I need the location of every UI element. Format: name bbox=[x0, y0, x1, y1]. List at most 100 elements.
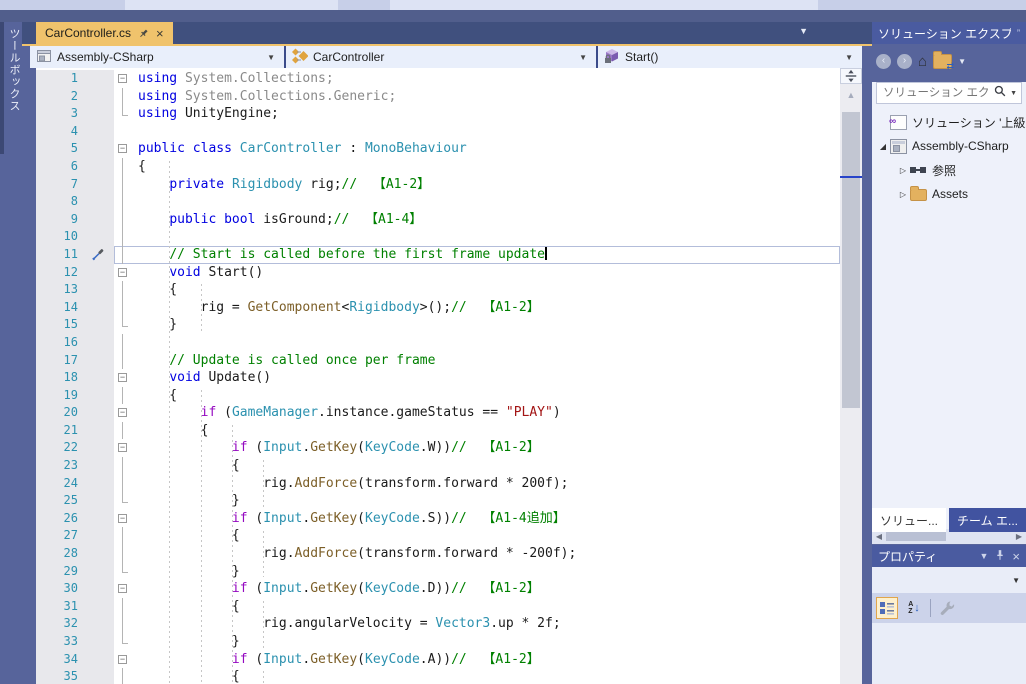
code-line[interactable]: 11 // Start is called before the first f… bbox=[36, 245, 840, 264]
line-number[interactable]: 24 bbox=[36, 474, 82, 493]
line-number[interactable]: 18 bbox=[36, 369, 82, 387]
line-number[interactable]: 1 bbox=[36, 70, 82, 88]
code-line[interactable]: 29 } bbox=[36, 562, 840, 581]
line-number[interactable]: 27 bbox=[36, 527, 82, 546]
code-line[interactable]: 9 public bool isGround;// 【A1-4】 bbox=[36, 210, 840, 229]
code-line[interactable]: 2 using System.Collections.Generic; bbox=[36, 87, 840, 106]
code-line[interactable]: 21 { bbox=[36, 421, 840, 440]
code-line[interactable]: 8 bbox=[36, 193, 840, 211]
line-number[interactable]: 35 bbox=[36, 668, 82, 684]
line-number[interactable]: 2 bbox=[36, 87, 82, 106]
fold-collapse-icon[interactable]: − bbox=[114, 140, 132, 158]
search-icon[interactable] bbox=[994, 84, 1006, 102]
code-line[interactable]: 16 bbox=[36, 333, 840, 352]
line-number[interactable]: 7 bbox=[36, 175, 82, 194]
splitter-handle-icon[interactable] bbox=[840, 68, 862, 84]
code-line[interactable]: 7 private Rigidbody rig;// 【A1-2】 bbox=[36, 175, 840, 194]
line-number[interactable]: 34 bbox=[36, 650, 82, 669]
code-line[interactable]: 19 { bbox=[36, 386, 840, 405]
code-line[interactable]: 23 { bbox=[36, 457, 840, 475]
expander-expanded-icon[interactable]: ◢ bbox=[876, 142, 890, 151]
search-input[interactable] bbox=[881, 86, 991, 100]
code-line[interactable]: 20 − if (GameManager.instance.gameStatus … bbox=[36, 404, 840, 422]
line-number[interactable]: 19 bbox=[36, 386, 82, 405]
code-line[interactable]: 24 rig.AddForce(transform.forward * 200f… bbox=[36, 474, 840, 493]
line-number[interactable]: 32 bbox=[36, 615, 82, 633]
line-number[interactable]: 20 bbox=[36, 404, 82, 422]
code-line[interactable]: 10 bbox=[36, 228, 840, 246]
line-number[interactable]: 14 bbox=[36, 298, 82, 317]
line-number[interactable]: 15 bbox=[36, 316, 82, 334]
scroll-left-icon[interactable]: ◀ bbox=[872, 532, 886, 541]
tree-item-assembly-csharp-project[interactable]: ◢ Assembly-CSharp bbox=[872, 134, 1026, 158]
code-line[interactable]: 31 { bbox=[36, 597, 840, 616]
fold-collapse-icon[interactable]: − bbox=[114, 264, 132, 282]
code-line[interactable]: 28 rig.AddForce(transform.forward * -200… bbox=[36, 545, 840, 563]
line-number[interactable]: 33 bbox=[36, 633, 82, 651]
home-button[interactable]: ⌂ bbox=[918, 54, 927, 69]
scroll-up-icon[interactable]: ▲ bbox=[840, 90, 862, 100]
dock-tab-team-explorer[interactable]: チーム エ... bbox=[949, 508, 1026, 532]
line-number[interactable]: 4 bbox=[36, 122, 82, 141]
code-line[interactable]: 5 − public class CarController : MonoBehav… bbox=[36, 140, 840, 158]
code-line[interactable]: 15 } bbox=[36, 316, 840, 334]
line-number[interactable]: 13 bbox=[36, 281, 82, 299]
line-number[interactable]: 21 bbox=[36, 421, 82, 440]
line-number[interactable]: 16 bbox=[36, 333, 82, 352]
forward-button[interactable]: › bbox=[897, 53, 912, 69]
code-line[interactable]: 18 − void Update() bbox=[36, 369, 840, 387]
code-line[interactable]: 26 − if (Input.GetKey(KeyCode.S))// 【A1-4… bbox=[36, 509, 840, 528]
fold-collapse-icon[interactable]: − bbox=[114, 651, 132, 669]
code-line[interactable]: 3 using UnityEngine; bbox=[36, 105, 840, 123]
line-number[interactable]: 30 bbox=[36, 580, 82, 598]
line-number[interactable]: 5 bbox=[36, 140, 82, 158]
solution-search-box[interactable]: ▼ bbox=[876, 82, 1022, 104]
code-line[interactable]: 17 // Update is called once per frame bbox=[36, 351, 840, 370]
search-options-dropdown-icon[interactable]: ▼ bbox=[1010, 90, 1017, 97]
tree-item-solution[interactable]: ソリューション '上級 bbox=[872, 110, 1026, 134]
member-dropdown[interactable]: Start() ▼ bbox=[598, 46, 862, 68]
code-line[interactable]: 35 { bbox=[36, 668, 840, 684]
properties-object-combobox[interactable]: ▼ bbox=[872, 567, 1026, 593]
code-line[interactable]: 14 rig = GetComponent<Rigidbody>();// 【A… bbox=[36, 298, 840, 317]
tab-list-dropdown-icon[interactable]: ▼ bbox=[799, 26, 808, 36]
code-line[interactable]: 6{ bbox=[36, 157, 840, 176]
categorized-button[interactable] bbox=[876, 597, 898, 619]
line-number[interactable]: 25 bbox=[36, 492, 82, 510]
fold-collapse-icon[interactable]: − bbox=[114, 369, 132, 387]
line-number[interactable]: 31 bbox=[36, 597, 82, 616]
document-tab[interactable]: CarController.cs × bbox=[36, 22, 173, 44]
project-dropdown[interactable]: Assembly-CSharp ▼ bbox=[30, 46, 286, 68]
screwdriver-suggestion-icon[interactable] bbox=[82, 245, 114, 264]
scrollbar-thumb[interactable] bbox=[842, 112, 860, 408]
line-number[interactable]: 22 bbox=[36, 439, 82, 458]
pin-icon[interactable] bbox=[994, 549, 1006, 563]
code-line[interactable]: 12 − void Start() bbox=[36, 263, 840, 282]
code-line[interactable]: 13 { bbox=[36, 281, 840, 299]
line-number[interactable]: 26 bbox=[36, 509, 82, 528]
scroll-right-icon[interactable]: ▶ bbox=[1012, 532, 1026, 541]
fold-collapse-icon[interactable]: − bbox=[114, 580, 132, 598]
toolbar-overflow-icon[interactable]: ” bbox=[1017, 28, 1020, 38]
line-number[interactable]: 29 bbox=[36, 562, 82, 581]
line-number[interactable]: 10 bbox=[36, 228, 82, 246]
code-line[interactable]: 4 bbox=[36, 122, 840, 141]
fold-collapse-icon[interactable]: − bbox=[114, 439, 132, 457]
toolbox-tab[interactable]: ツールボックス bbox=[0, 22, 22, 154]
scrollbar-thumb[interactable] bbox=[886, 532, 946, 541]
tree-item-references[interactable]: ▷ 参照 bbox=[872, 158, 1026, 182]
code-line[interactable]: 1 − using System.Collections; bbox=[36, 70, 840, 88]
code-line[interactable]: 32 rig.angularVelocity = Vector3.up * 2f… bbox=[36, 615, 840, 633]
fold-collapse-icon[interactable]: − bbox=[114, 70, 132, 88]
alphabetical-sort-button[interactable]: A Z ↓ bbox=[903, 597, 925, 619]
editor-vertical-scrollbar[interactable]: ▲ bbox=[840, 68, 862, 684]
line-number[interactable]: 8 bbox=[36, 193, 82, 211]
dock-tab-solution-explorer[interactable]: ソリュー... bbox=[872, 508, 947, 532]
line-number[interactable]: 3 bbox=[36, 105, 82, 123]
expander-collapsed-icon[interactable]: ▷ bbox=[896, 190, 910, 199]
close-icon[interactable]: × bbox=[156, 27, 164, 40]
line-number[interactable]: 12 bbox=[36, 263, 82, 282]
code-editor[interactable]: 1− using System.Collections; 2 using System… bbox=[36, 68, 862, 684]
code-line[interactable]: 25 } bbox=[36, 492, 840, 510]
expander-collapsed-icon[interactable]: ▷ bbox=[896, 166, 910, 175]
